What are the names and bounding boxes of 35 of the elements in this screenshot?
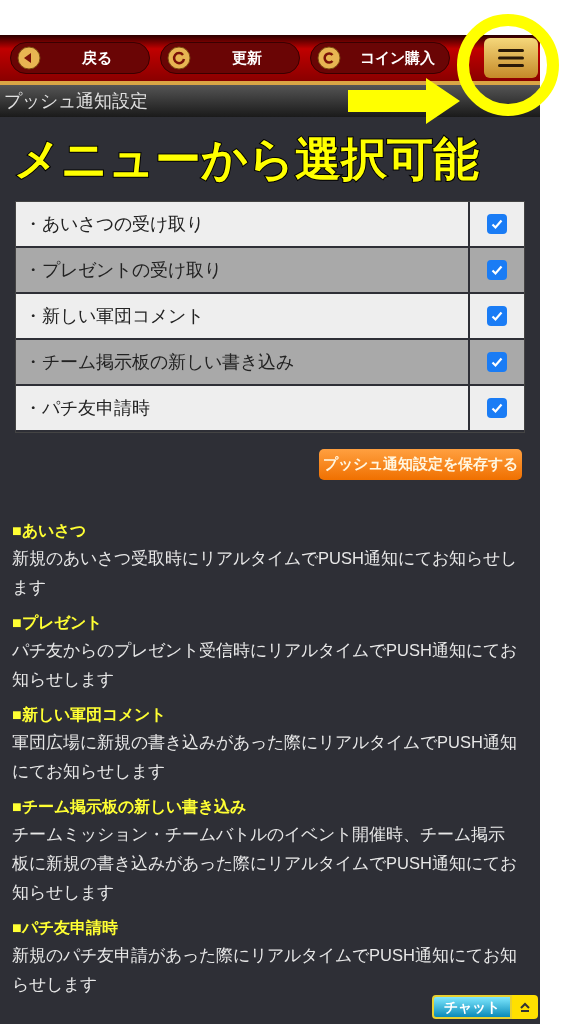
section-description: パチ友からのプレゼント受信時にリアルタイムでPUSH通知にてお知らせします (12, 640, 518, 690)
coin-icon (317, 46, 341, 70)
menu-icon (498, 48, 524, 68)
section-heading: ■パチ友申請時 (12, 918, 119, 938)
section-heading: ■あいさつ (12, 521, 87, 541)
checkmark-icon (490, 355, 504, 369)
chat-toggle[interactable] (512, 995, 538, 1019)
checkmark-icon (490, 263, 504, 277)
checkbox[interactable] (487, 398, 507, 418)
section-heading: ■チーム掲示板の新しい書き込み (12, 797, 247, 817)
setting-label: ・あいさつの受け取り (16, 202, 470, 246)
menu-button[interactable] (484, 38, 538, 78)
setting-label: ・チーム掲示板の新しい書き込み (16, 340, 470, 384)
caret-up-icon (519, 1001, 531, 1013)
section-description: 新規のあいさつ受取時にリアルタイムでPUSH通知にてお知らせします (12, 548, 518, 598)
coin-button[interactable]: コイン購入 (310, 42, 450, 74)
section-description: 新規のパチ友申請があった際にリアルタイムでPUSH通知にてお知らせします (12, 945, 518, 995)
section-heading: ■新しい軍団コメント (12, 705, 167, 725)
setting-label: ・パチ友申請時 (16, 386, 470, 430)
back-button[interactable]: 戻る (10, 42, 150, 74)
checkbox[interactable] (487, 214, 507, 234)
annotation-caption: メニューから選択可能 (14, 136, 479, 182)
section-description: チームミッション・チームバトルのイベント開催時、チーム掲示板に新規の書き込みがあった際にリアルタイムでPUSH通知にてお知らせします (12, 824, 518, 903)
checkbox[interactable] (487, 260, 507, 280)
setting-label: ・プレゼントの受け取り (16, 248, 470, 292)
refresh-button[interactable]: 更新 (160, 42, 300, 74)
checkmark-icon (490, 401, 504, 415)
section-heading: ■プレゼント (12, 613, 103, 633)
checkmark-icon (490, 309, 504, 323)
checkbox[interactable] (487, 306, 507, 326)
setting-label: ・新しい軍団コメント (16, 294, 470, 338)
section-description: 軍団広場に新規の書き込みがあった際にリアルタイムでPUSH通知にてお知らせします (12, 732, 518, 782)
page-title: プッシュ通知設定 (4, 89, 148, 113)
checkbox[interactable] (487, 352, 507, 372)
checkmark-icon (490, 217, 504, 231)
